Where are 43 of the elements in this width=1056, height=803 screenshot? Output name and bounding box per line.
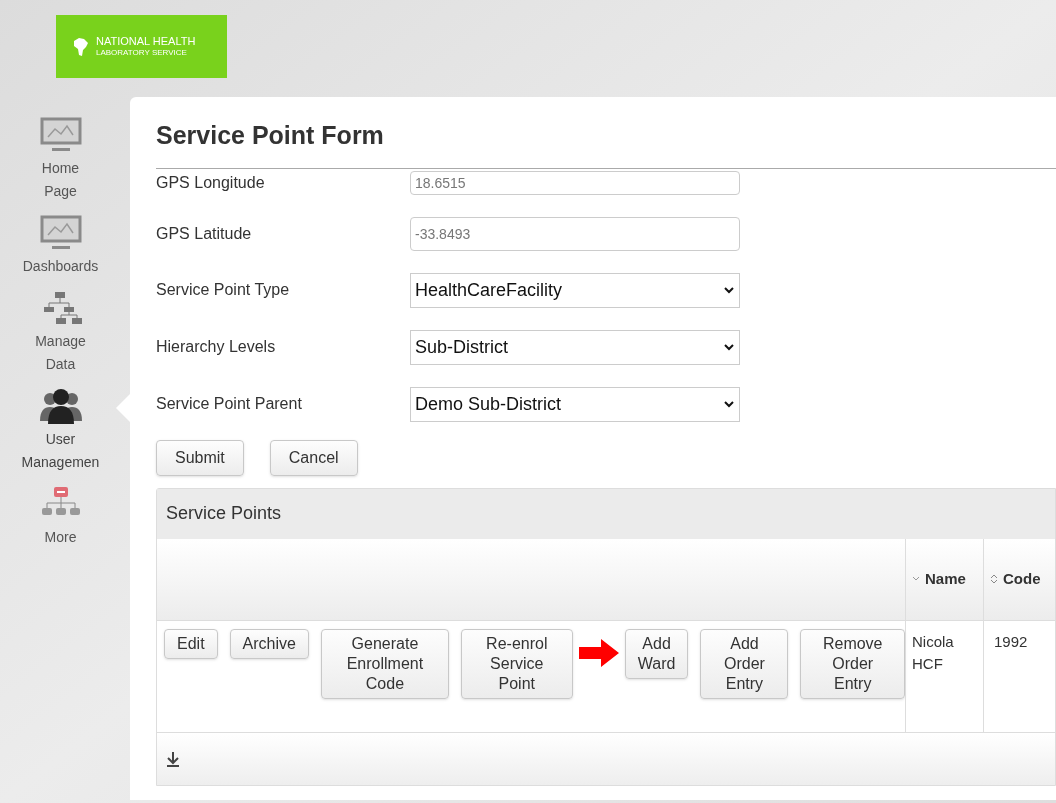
sort-descending-icon	[912, 576, 920, 582]
text-field[interactable]: 18.6515	[410, 170, 740, 195]
panel-title: Service Points	[166, 502, 282, 525]
action-button[interactable]: Add Ward	[624, 628, 689, 679]
chevron-down-icon	[723, 400, 735, 408]
users-icon	[39, 388, 82, 424]
dropdown[interactable]: Sub-District	[410, 329, 740, 365]
table-cell: 1992	[983, 620, 1055, 732]
form-title: Service Point Form	[156, 97, 1056, 169]
action-button[interactable]: Generate Enrollment Code	[320, 628, 449, 699]
action-button[interactable]: Remove Order Entry	[800, 628, 905, 699]
action-button[interactable]: Re-enrol Service Point	[460, 628, 573, 699]
logo-subtitle: LABORATORY SERVICE	[96, 46, 188, 59]
sidebar-item[interactable]: More	[25, 526, 96, 549]
field-label: Hierarchy Levels	[156, 337, 277, 357]
action-button[interactable]: Add Order Entry	[700, 628, 789, 699]
field-label: Service Point Parent	[156, 394, 303, 414]
monitor-icon	[39, 215, 82, 251]
action-button[interactable]: Archive	[229, 628, 309, 659]
logo-title: NATIONAL HEALTH	[96, 34, 196, 47]
sidebar-item[interactable]: Dashboards	[10, 255, 111, 278]
column-header[interactable]: Code	[983, 538, 1056, 620]
column-header[interactable]: Name	[905, 538, 983, 620]
table-cell: Nicola HCF	[905, 620, 983, 732]
form-button[interactable]: Cancel	[269, 439, 358, 476]
action-button[interactable]: Edit	[164, 628, 218, 659]
form-button[interactable]: Submit	[156, 439, 244, 476]
sidebar-item[interactable]: Manage Data	[25, 330, 96, 376]
field-label: GPS Longitude	[156, 172, 266, 193]
chevron-down-icon	[723, 343, 735, 351]
dropdown[interactable]: Demo Sub-District	[410, 386, 740, 422]
text-field[interactable]: -33.8493	[410, 216, 740, 251]
arrow-icon	[578, 638, 619, 667]
chevron-down-icon	[723, 286, 735, 294]
africa-logo-icon	[72, 36, 90, 57]
download-icon[interactable]	[165, 750, 181, 767]
sidebar-item[interactable]: Home Page	[25, 157, 96, 203]
sort-icon	[990, 574, 998, 584]
sidebar-item[interactable]: User Managemen	[10, 428, 111, 474]
field-label: Service Point Type	[156, 280, 291, 300]
dropdown[interactable]: HealthCareFacility	[410, 272, 740, 308]
field-label: GPS Latitude	[156, 223, 253, 244]
monitor-icon	[39, 117, 82, 153]
